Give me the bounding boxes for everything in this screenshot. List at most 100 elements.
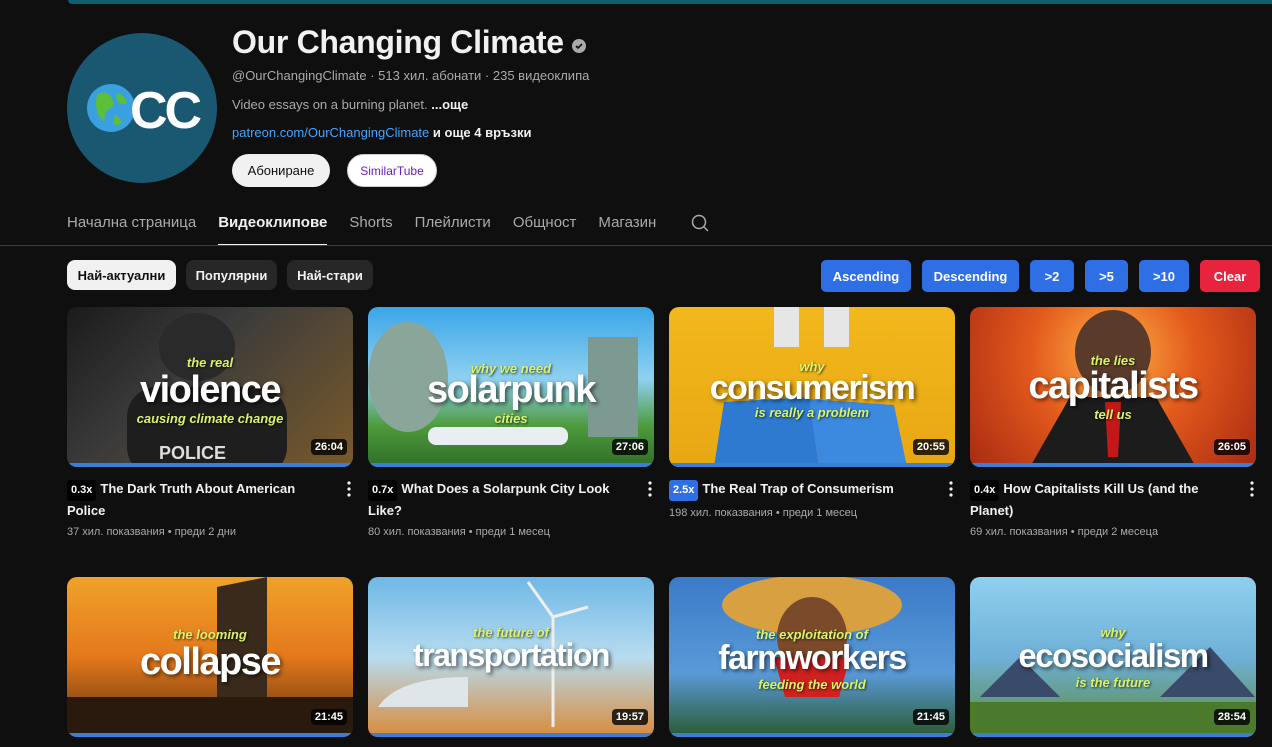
video-title-row[interactable]: 0.7x What Does a Solarpunk City Look Like… bbox=[368, 479, 654, 520]
video-card[interactable]: why consumerism is really a problem 20:5… bbox=[669, 307, 955, 519]
video-duration: 21:45 bbox=[912, 709, 949, 725]
thumb-bottom-text: causing climate change bbox=[136, 411, 284, 426]
verified-check-icon bbox=[571, 38, 586, 53]
meta-dot: · bbox=[370, 68, 379, 83]
watch-progress-bar bbox=[67, 463, 353, 467]
more-options-icon[interactable] bbox=[648, 481, 652, 497]
video-card[interactable]: the future of transportation 19:57 bbox=[368, 577, 654, 737]
thumb-top-text: the looming bbox=[173, 627, 247, 642]
thumb-bottom-text: cities bbox=[494, 411, 528, 426]
channel-avatar[interactable]: CC bbox=[67, 33, 217, 183]
thumb-police-text: POLICE bbox=[159, 443, 227, 463]
channel-links: patreon.com/OurChangingClimate и още 4 в… bbox=[232, 125, 531, 140]
watch-progress-bar bbox=[67, 733, 353, 737]
subscribe-button[interactable]: Абониране bbox=[232, 154, 330, 187]
video-duration: 21:45 bbox=[310, 709, 347, 725]
video-views: 80 хил. показвания bbox=[368, 526, 466, 538]
watch-progress-bar bbox=[970, 463, 1256, 467]
video-title-row[interactable]: 0.4x How Capitalists Kill Us (and the Pla… bbox=[970, 479, 1256, 520]
video-title[interactable]: How Capitalists Kill Us (and the Planet) bbox=[970, 481, 1198, 518]
tab-home[interactable]: Начална страница bbox=[67, 206, 196, 246]
thumb-bottom-text: is really a problem bbox=[754, 405, 870, 420]
more-options-icon[interactable] bbox=[347, 481, 351, 497]
tab-shorts[interactable]: Shorts bbox=[349, 206, 392, 246]
video-thumbnail[interactable]: the looming collapse 21:45 bbox=[67, 577, 353, 737]
video-thumbnail[interactable]: the future of transportation 19:57 bbox=[368, 577, 654, 737]
thumb-main-text: collapse bbox=[139, 641, 282, 683]
channel-tabs: Начална страница Видеоклипове Shorts Пле… bbox=[67, 206, 678, 246]
video-stats: 69 хил. показвания • преди 2 месеца bbox=[970, 526, 1159, 538]
chip-popular[interactable]: Популярни bbox=[186, 260, 277, 290]
speed-badge: 0.3x bbox=[67, 480, 97, 501]
video-age: преди 1 месец bbox=[475, 526, 550, 538]
channel-title: Our Changing Climate bbox=[232, 24, 586, 61]
patreon-link[interactable]: patreon.com/OurChangingClimate bbox=[232, 125, 429, 140]
video-duration: 26:05 bbox=[1213, 439, 1250, 455]
filter-gt5-button[interactable]: >5 bbox=[1085, 260, 1128, 292]
watch-progress-bar bbox=[368, 733, 654, 737]
thumb-bottom-text: feeding the world bbox=[758, 677, 866, 692]
thumb-bottom-text: is the future bbox=[1075, 675, 1151, 690]
speed-badge: 0.7x bbox=[368, 480, 398, 501]
watch-progress-bar bbox=[970, 733, 1256, 737]
channel-search-icon[interactable] bbox=[690, 213, 710, 233]
tab-playlists[interactable]: Плейлисти bbox=[415, 206, 491, 246]
top-progress-bar bbox=[68, 0, 1272, 4]
thumb-main-text: transportation bbox=[413, 637, 610, 673]
video-card[interactable]: the looming collapse 21:45 bbox=[67, 577, 353, 737]
descending-button[interactable]: Descending bbox=[922, 260, 1019, 292]
more-options-icon[interactable] bbox=[949, 481, 953, 497]
video-thumbnail[interactable]: why we need solarpunk cities 27:06 bbox=[368, 307, 654, 467]
description-text: Video essays on a burning planet. bbox=[232, 97, 428, 112]
filter-gt10-button[interactable]: >10 bbox=[1139, 260, 1189, 292]
video-thumbnail[interactable]: why ecosocialism is the future 28:54 bbox=[970, 577, 1256, 737]
thumb-main-text: farmworkers bbox=[718, 639, 907, 677]
video-thumbnail[interactable]: the real violence causing climate change… bbox=[67, 307, 353, 467]
subscriber-count: 513 хил. абонати bbox=[378, 68, 482, 83]
video-title[interactable]: What Does a Solarpunk City Look Like? bbox=[368, 481, 609, 518]
video-count: 235 видеоклипа bbox=[492, 68, 590, 83]
watch-progress-bar bbox=[669, 463, 955, 467]
thumb-top-text: the real bbox=[186, 355, 234, 370]
clear-button[interactable]: Clear bbox=[1200, 260, 1260, 292]
channel-description[interactable]: Video essays on a burning planet. ...още bbox=[232, 97, 468, 112]
video-title-row[interactable]: 2.5x The Real Trap of Consumerism bbox=[669, 479, 955, 501]
tab-store[interactable]: Магазин bbox=[598, 206, 656, 246]
video-thumbnail[interactable]: the exploitation of farmworkers feeding … bbox=[669, 577, 955, 737]
chip-oldest[interactable]: Най-стари bbox=[287, 260, 373, 290]
video-title-row[interactable]: 0.3x The Dark Truth About American Police bbox=[67, 479, 353, 520]
tab-community[interactable]: Общност bbox=[513, 206, 577, 246]
video-title[interactable]: The Dark Truth About American Police bbox=[67, 481, 295, 518]
video-duration: 20:55 bbox=[912, 439, 949, 455]
channel-meta: @OurChangingClimate · 513 хил. абонати ·… bbox=[232, 68, 589, 83]
more-link[interactable]: ...още bbox=[431, 97, 468, 112]
watch-progress-bar bbox=[368, 463, 654, 467]
more-links-button[interactable]: и още 4 връзки bbox=[433, 125, 532, 140]
video-thumbnail[interactable]: why consumerism is really a problem 20:5… bbox=[669, 307, 955, 467]
video-title[interactable]: The Real Trap of Consumerism bbox=[702, 481, 893, 496]
filter-gt2-button[interactable]: >2 bbox=[1030, 260, 1074, 292]
speed-badge: 0.4x bbox=[970, 480, 1000, 501]
ascending-button[interactable]: Ascending bbox=[821, 260, 911, 292]
similartube-button[interactable]: SimilarTube bbox=[347, 154, 437, 187]
thumb-bottom-text: tell us bbox=[1094, 407, 1132, 422]
video-card[interactable]: why ecosocialism is the future 28:54 bbox=[970, 577, 1256, 737]
video-thumbnail[interactable]: the lies capitalists tell us 26:05 bbox=[970, 307, 1256, 467]
video-duration: 28:54 bbox=[1213, 709, 1250, 725]
video-card[interactable]: the exploitation of farmworkers feeding … bbox=[669, 577, 955, 737]
video-age: преди 2 месеца bbox=[1077, 526, 1159, 538]
video-card[interactable]: why we need solarpunk cities 27:06 0.7x W… bbox=[368, 307, 654, 538]
meta-dot: · bbox=[484, 68, 493, 83]
speed-badge: 2.5x bbox=[669, 480, 699, 501]
video-stats: 37 хил. показвания • преди 2 дни bbox=[67, 526, 237, 538]
video-card[interactable]: the real violence causing climate change… bbox=[67, 307, 353, 538]
tab-videos[interactable]: Видеоклипове bbox=[218, 206, 328, 246]
video-duration: 19:57 bbox=[611, 709, 648, 725]
video-card[interactable]: the lies capitalists tell us 26:05 0.4x H… bbox=[970, 307, 1256, 538]
channel-handle: @OurChangingClimate bbox=[232, 68, 367, 83]
chip-latest[interactable]: Най-актуални bbox=[67, 260, 176, 290]
tabs-divider bbox=[0, 245, 1272, 246]
more-options-icon[interactable] bbox=[1250, 481, 1254, 497]
video-stats: 80 хил. показвания • преди 1 месец bbox=[368, 526, 550, 538]
video-duration: 27:06 bbox=[611, 439, 648, 455]
